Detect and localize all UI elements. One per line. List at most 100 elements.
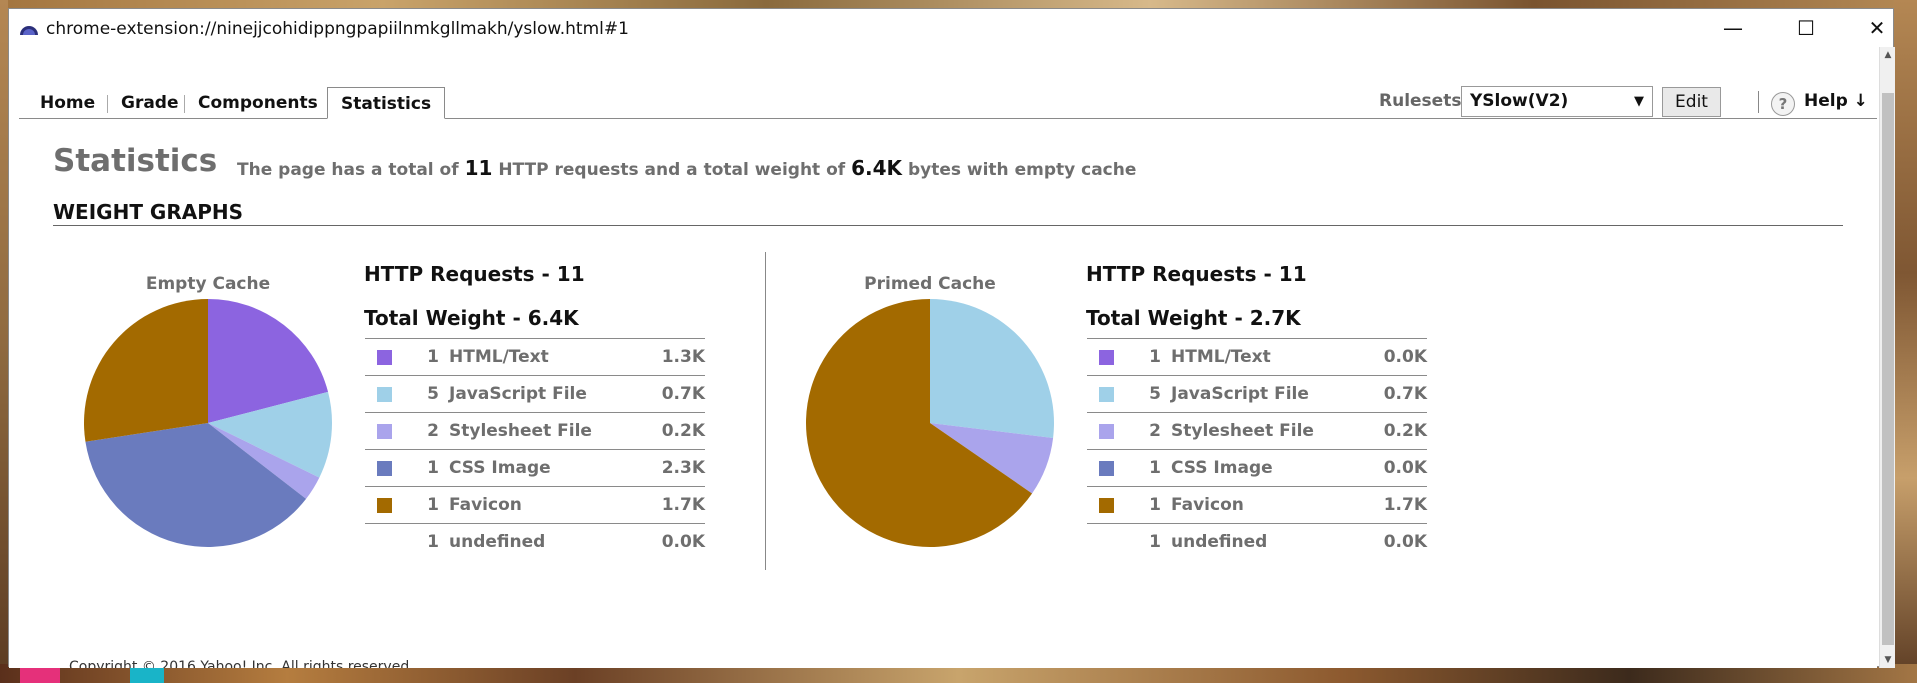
stats-row: 1 HTML/Text 0.0K bbox=[1087, 338, 1427, 375]
color-swatch bbox=[377, 461, 392, 476]
stats-table-primed-cache: 1 HTML/Text 0.0K 5 JavaScript File 0.7K 2 Style… bbox=[1087, 338, 1427, 560]
help-icon[interactable]: ? bbox=[1771, 92, 1795, 116]
dropdown-arrow-icon: ▼ bbox=[1634, 94, 1644, 109]
tab-home[interactable]: Home bbox=[27, 87, 108, 119]
stats-row: 1 Favicon 1.7K bbox=[1087, 486, 1427, 523]
pie-slice-favicon bbox=[83, 299, 208, 442]
stats-row: 1 Favicon 1.7K bbox=[365, 486, 705, 523]
row-count: 1 bbox=[1149, 347, 1161, 367]
row-count: 2 bbox=[427, 421, 439, 441]
tab-grade[interactable]: Grade bbox=[108, 87, 192, 119]
weight-heading: Total Weight - 2.7K bbox=[1086, 306, 1301, 330]
row-weight: 0.0K bbox=[1383, 458, 1427, 478]
pie-chart-empty-cache bbox=[83, 299, 332, 548]
section-divider bbox=[53, 225, 1843, 226]
color-swatch bbox=[377, 424, 392, 439]
maximize-button[interactable]: ☐ bbox=[1772, 9, 1840, 47]
requests-heading: HTTP Requests - 11 bbox=[364, 262, 585, 286]
summary-prefix: The page has a total of bbox=[237, 160, 459, 180]
color-swatch bbox=[1099, 461, 1114, 476]
yslow-logo-icon bbox=[20, 26, 38, 35]
scroll-up-arrow-icon[interactable]: ▲ bbox=[1880, 47, 1896, 63]
rulesets-label: Rulesets bbox=[1379, 91, 1462, 111]
color-swatch bbox=[1099, 350, 1114, 365]
row-label: HTML/Text bbox=[1171, 347, 1271, 367]
row-weight: 0.7K bbox=[1383, 384, 1427, 404]
color-swatch bbox=[377, 498, 392, 513]
row-count: 1 bbox=[1149, 495, 1161, 515]
row-weight: 0.2K bbox=[661, 421, 705, 441]
row-count: 1 bbox=[1149, 458, 1161, 478]
taskbar-icon[interactable] bbox=[130, 668, 164, 683]
pie-label-primed-cache: Primed Cache bbox=[864, 274, 996, 294]
row-weight: 1.7K bbox=[1383, 495, 1427, 515]
row-weight: 0.0K bbox=[1383, 532, 1427, 552]
row-weight: 1.7K bbox=[661, 495, 705, 515]
row-count: 5 bbox=[1149, 384, 1161, 404]
row-label: JavaScript File bbox=[1171, 384, 1309, 404]
summary-middle: HTTP requests and a total weight of bbox=[498, 160, 846, 180]
vertical-scrollbar[interactable]: ▲ ▼ bbox=[1879, 47, 1895, 668]
row-count: 1 bbox=[427, 347, 439, 367]
row-label: CSS Image bbox=[1171, 458, 1273, 478]
desktop-background-top bbox=[0, 0, 1917, 8]
section-title: WEIGHT GRAPHS bbox=[53, 200, 244, 224]
row-label: undefined bbox=[1171, 532, 1268, 552]
extension-window: chrome-extension://ninejjcohidippngpapii… bbox=[8, 8, 1895, 668]
weight-heading: Total Weight - 6.4K bbox=[364, 306, 579, 330]
requests-heading: HTTP Requests - 11 bbox=[1086, 262, 1307, 286]
main-content: Home Grade Components Statistics Ruleset… bbox=[9, 47, 1877, 668]
row-weight: 0.0K bbox=[661, 532, 705, 552]
row-label: HTML/Text bbox=[449, 347, 549, 367]
row-count: 2 bbox=[1149, 421, 1161, 441]
summary-text: The page has a total of 11 HTTP requests… bbox=[237, 156, 1136, 180]
row-label: JavaScript File bbox=[449, 384, 587, 404]
pie-chart-primed-cache bbox=[805, 299, 1055, 547]
row-count: 5 bbox=[427, 384, 439, 404]
summary-suffix: bytes with empty cache bbox=[907, 160, 1137, 180]
help-link[interactable]: Help ↓ bbox=[1804, 91, 1868, 111]
desktop-background-right bbox=[1894, 0, 1917, 683]
desktop-background-left bbox=[0, 0, 8, 683]
row-label: CSS Image bbox=[449, 458, 551, 478]
window-title: chrome-extension://ninejjcohidippngpapii… bbox=[46, 19, 629, 39]
stats-row: 5 JavaScript File 0.7K bbox=[1087, 375, 1427, 412]
ruleset-selected-value: YSlow(V2) bbox=[1470, 91, 1569, 111]
taskbar-icon[interactable] bbox=[20, 668, 60, 683]
row-count: 1 bbox=[427, 458, 439, 478]
pie-slice-javascript-file bbox=[930, 299, 1055, 438]
row-label: Stylesheet File bbox=[1171, 421, 1314, 441]
summary-requests: 11 bbox=[464, 156, 493, 180]
row-label: undefined bbox=[449, 532, 546, 552]
stats-row: 1 CSS Image 0.0K bbox=[1087, 449, 1427, 486]
row-weight: 1.3K bbox=[661, 347, 705, 367]
title-bar[interactable]: chrome-extension://ninejjcohidippngpapii… bbox=[9, 9, 1893, 47]
panel-divider bbox=[765, 252, 766, 570]
toolbar-divider bbox=[1758, 91, 1759, 113]
tab-statistics[interactable]: Statistics bbox=[327, 87, 446, 119]
row-count: 1 bbox=[427, 495, 439, 515]
minimize-button[interactable]: — bbox=[1699, 9, 1767, 47]
close-button[interactable]: ✕ bbox=[1843, 9, 1911, 47]
pie-label-empty-cache: Empty Cache bbox=[145, 274, 271, 294]
row-count: 1 bbox=[1149, 532, 1161, 552]
row-count: 1 bbox=[427, 532, 439, 552]
scroll-down-arrow-icon[interactable]: ▼ bbox=[1880, 652, 1896, 668]
stats-table-empty-cache: 1 HTML/Text 1.3K 5 JavaScript File 0.7K 2 Style… bbox=[365, 338, 705, 560]
edit-button[interactable]: Edit bbox=[1662, 87, 1721, 117]
scroll-thumb[interactable] bbox=[1882, 93, 1894, 645]
stats-row: 2 Stylesheet File 0.2K bbox=[1087, 412, 1427, 449]
ruleset-select[interactable]: YSlow(V2) ▼ bbox=[1461, 86, 1653, 117]
stats-row: 2 Stylesheet File 0.2K bbox=[365, 412, 705, 449]
color-swatch bbox=[1099, 387, 1114, 402]
row-label: Favicon bbox=[1171, 495, 1244, 515]
row-weight: 0.2K bbox=[1383, 421, 1427, 441]
color-swatch bbox=[1099, 498, 1114, 513]
page-title: Statistics bbox=[53, 143, 218, 179]
row-weight: 2.3K bbox=[661, 458, 705, 478]
color-swatch bbox=[377, 387, 392, 402]
stats-row: 1 CSS Image 2.3K bbox=[365, 449, 705, 486]
tab-components[interactable]: Components bbox=[185, 87, 331, 119]
stats-row: 1 HTML/Text 1.3K bbox=[365, 338, 705, 375]
row-label: Stylesheet File bbox=[449, 421, 592, 441]
